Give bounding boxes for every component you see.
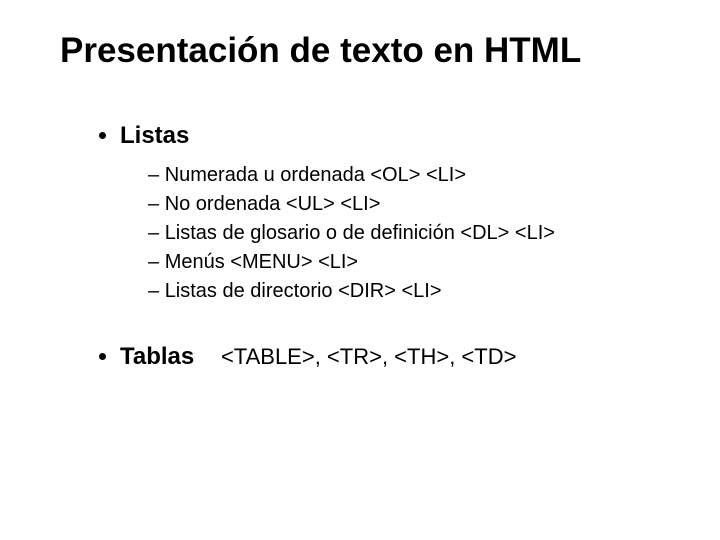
list-item-text: Listas de directorio <DIR> <LI>	[165, 280, 442, 302]
bullet-listas: Listas Numerada u ordenada <OL> <LI> No …	[120, 122, 660, 303]
list-item: Numerada u ordenada <OL> <LI>	[148, 164, 660, 187]
list-item-text: Numerada u ordenada <OL> <LI>	[165, 164, 466, 186]
list-item: Menús <MENU> <LI>	[148, 251, 660, 274]
list-item-text: Menús <MENU> <LI>	[165, 251, 358, 273]
bullet-tablas: Tablas <TABLE>, <TR>, <TH>, <TD>	[120, 343, 660, 371]
slide: Presentación de texto en HTML Listas Num…	[0, 0, 720, 540]
bullet-listas-label: Listas	[120, 122, 189, 149]
list-item: No ordenada <UL> <LI>	[148, 193, 660, 216]
list-item: Listas de directorio <DIR> <LI>	[148, 280, 660, 303]
list-item-text: No ordenada <UL> <LI>	[165, 193, 381, 215]
list-item-text: Listas de glosario o de definición <DL> …	[165, 222, 555, 244]
bullet-tablas-label: Tablas	[120, 343, 194, 370]
bullet-tablas-tags: <TABLE>, <TR>, <TH>, <TD>	[221, 344, 517, 369]
listas-sublist: Numerada u ordenada <OL> <LI> No ordenad…	[120, 164, 660, 303]
slide-title: Presentación de texto en HTML	[60, 30, 660, 72]
bullet-list: Listas Numerada u ordenada <OL> <LI> No …	[90, 122, 660, 371]
list-item: Listas de glosario o de definición <DL> …	[148, 222, 660, 245]
